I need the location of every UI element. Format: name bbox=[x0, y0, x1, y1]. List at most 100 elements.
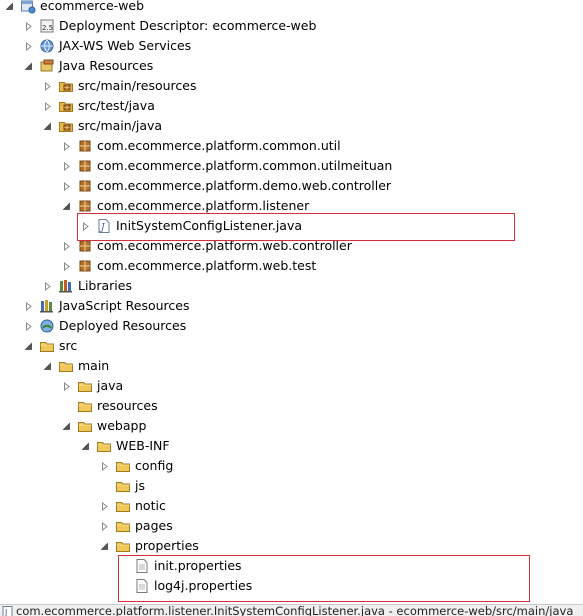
tree-item-libraries[interactable]: Libraries bbox=[40, 276, 132, 296]
arrow-spacer bbox=[97, 476, 111, 496]
collapse-arrow-icon[interactable] bbox=[40, 116, 54, 136]
expand-arrow-icon[interactable] bbox=[40, 276, 54, 296]
tree-item-deployed-resources[interactable]: Deployed Resources bbox=[21, 316, 186, 336]
tree-item-label: src/test/java bbox=[78, 98, 155, 113]
source-folder-icon bbox=[58, 98, 74, 114]
tree-item-label: JavaScript Resources bbox=[59, 298, 190, 313]
tree-item-pkg-common-utilmeituan[interactable]: com.ecommerce.platform.common.utilmeitua… bbox=[59, 156, 392, 176]
package-icon bbox=[77, 258, 93, 274]
file-icon bbox=[134, 558, 150, 574]
tree-item-pkg-listener[interactable]: com.ecommerce.platform.listener bbox=[59, 196, 309, 216]
collapse-arrow-icon[interactable] bbox=[97, 536, 111, 556]
folder-icon bbox=[39, 338, 55, 354]
tree-item-pkg-demo-web-controller[interactable]: com.ecommerce.platform.demo.web.controll… bbox=[59, 176, 391, 196]
tree-item-pages[interactable]: pages bbox=[97, 516, 173, 536]
tree-item-deployment-descriptor[interactable]: 2.5 Deployment Descriptor: ecommerce-web bbox=[21, 16, 316, 36]
expand-arrow-icon[interactable] bbox=[21, 296, 35, 316]
tree-item-src-test-java[interactable]: src/test/java bbox=[40, 96, 155, 116]
expand-arrow-icon[interactable] bbox=[40, 96, 54, 116]
collapse-arrow-icon[interactable] bbox=[40, 356, 54, 376]
tree-item-label: js bbox=[135, 478, 145, 493]
expand-arrow-icon[interactable] bbox=[97, 456, 111, 476]
expand-arrow-icon[interactable] bbox=[21, 316, 35, 336]
tree-item-label: com.ecommerce.platform.web.test bbox=[97, 258, 317, 273]
file-icon bbox=[134, 578, 150, 594]
collapse-arrow-icon[interactable] bbox=[21, 56, 35, 76]
folder-icon bbox=[77, 418, 93, 434]
collapse-arrow-icon[interactable] bbox=[59, 196, 73, 216]
source-folder-icon bbox=[58, 78, 74, 94]
tree-item-label: com.ecommerce.platform.common.utilmeitua… bbox=[97, 158, 393, 173]
tree-item-init-system-config-listener[interactable]: J InitSystemConfigListener.java bbox=[78, 216, 302, 236]
tree-item-js[interactable]: js bbox=[97, 476, 145, 496]
tree-item-label: Java Resources bbox=[59, 58, 154, 73]
tree-item-label: notic bbox=[135, 498, 166, 513]
status-bar: J com.ecommerce.platform.listener.InitSy… bbox=[0, 604, 583, 616]
tree-item-label: WEB-INF bbox=[116, 438, 170, 453]
tree-item-pkg-web-test[interactable]: com.ecommerce.platform.web.test bbox=[59, 256, 316, 276]
expand-arrow-icon[interactable] bbox=[59, 256, 73, 276]
libraries-icon bbox=[58, 278, 74, 294]
expand-arrow-icon[interactable] bbox=[21, 16, 35, 36]
svg-text:J: J bbox=[4, 608, 7, 616]
expand-arrow-icon[interactable] bbox=[59, 136, 73, 156]
tree-item-label: log4j.properties bbox=[154, 578, 253, 593]
expand-arrow-icon[interactable] bbox=[59, 236, 73, 256]
tree-item-label: src bbox=[59, 338, 78, 353]
tree-item-init-properties[interactable]: init.properties bbox=[116, 556, 242, 576]
tree-item-src-main-resources[interactable]: src/main/resources bbox=[40, 76, 196, 96]
web-project-icon bbox=[20, 0, 36, 14]
tree-item-log4j-properties[interactable]: log4j.properties bbox=[116, 576, 252, 596]
arrow-spacer bbox=[116, 556, 130, 576]
package-icon bbox=[77, 238, 93, 254]
expand-arrow-icon[interactable] bbox=[78, 216, 92, 236]
tree-item-config[interactable]: config bbox=[97, 456, 173, 476]
tree-item-label: com.ecommerce.platform.web.controller bbox=[97, 238, 352, 253]
tree-item-src-main-java[interactable]: src/main/java bbox=[40, 116, 162, 136]
tree-item-pkg-common-util[interactable]: com.ecommerce.platform.common.util bbox=[59, 136, 341, 156]
tree-item-java-resources[interactable]: Java Resources bbox=[21, 56, 153, 76]
collapse-arrow-icon[interactable] bbox=[2, 0, 16, 16]
tree-item-label: java bbox=[97, 378, 124, 393]
tree-item-properties[interactable]: properties bbox=[97, 536, 199, 556]
tree-item-notic[interactable]: notic bbox=[97, 496, 166, 516]
expand-arrow-icon[interactable] bbox=[21, 36, 35, 56]
tree-item-label: Deployed Resources bbox=[59, 318, 187, 333]
expand-arrow-icon[interactable] bbox=[97, 496, 111, 516]
tree-item-web-inf[interactable]: WEB-INF bbox=[78, 436, 170, 456]
tree-item-label: pages bbox=[135, 518, 173, 533]
tree-item-label: main bbox=[78, 358, 110, 373]
tree-item-label: init.properties bbox=[154, 558, 242, 573]
tree-item-java[interactable]: java bbox=[59, 376, 123, 396]
expand-arrow-icon[interactable] bbox=[59, 156, 73, 176]
folder-icon bbox=[77, 398, 93, 414]
expand-arrow-icon[interactable] bbox=[40, 76, 54, 96]
java-file-icon: J bbox=[2, 606, 13, 616]
java-resources-icon bbox=[39, 58, 55, 74]
tree-item-javascript-resources[interactable]: JavaScript Resources bbox=[21, 296, 189, 316]
package-icon bbox=[77, 158, 93, 174]
status-bar-text: com.ecommerce.platform.listener.InitSyst… bbox=[16, 604, 574, 616]
tree-item-label: Deployment Descriptor: ecommerce-web bbox=[59, 18, 317, 33]
expand-arrow-icon[interactable] bbox=[97, 516, 111, 536]
expand-arrow-icon[interactable] bbox=[59, 176, 73, 196]
tree-item-webapp[interactable]: webapp bbox=[59, 416, 146, 436]
tree-item-ecommerce-web[interactable]: ecommerce-web bbox=[2, 0, 144, 16]
tree-item-label: src/main/resources bbox=[78, 78, 197, 93]
tree-item-src[interactable]: src bbox=[21, 336, 77, 356]
tree-item-main[interactable]: main bbox=[40, 356, 109, 376]
collapse-arrow-icon[interactable] bbox=[78, 436, 92, 456]
javascript-resources-icon bbox=[39, 298, 55, 314]
package-icon bbox=[77, 138, 93, 154]
expand-arrow-icon[interactable] bbox=[59, 376, 73, 396]
tree-item-label: config bbox=[135, 458, 174, 473]
tree-item-jax-ws[interactable]: JAX-WS Web Services bbox=[21, 36, 191, 56]
tree-item-label: com.ecommerce.platform.demo.web.controll… bbox=[97, 178, 392, 193]
tree-item-pkg-web-controller[interactable]: com.ecommerce.platform.web.controller bbox=[59, 236, 352, 256]
tree-item-resources[interactable]: resources bbox=[59, 396, 158, 416]
collapse-arrow-icon[interactable] bbox=[21, 336, 35, 356]
tree-item-label: JAX-WS Web Services bbox=[59, 38, 192, 53]
collapse-arrow-icon[interactable] bbox=[59, 416, 73, 436]
folder-icon bbox=[115, 538, 131, 554]
java-file-icon: J bbox=[96, 218, 112, 234]
